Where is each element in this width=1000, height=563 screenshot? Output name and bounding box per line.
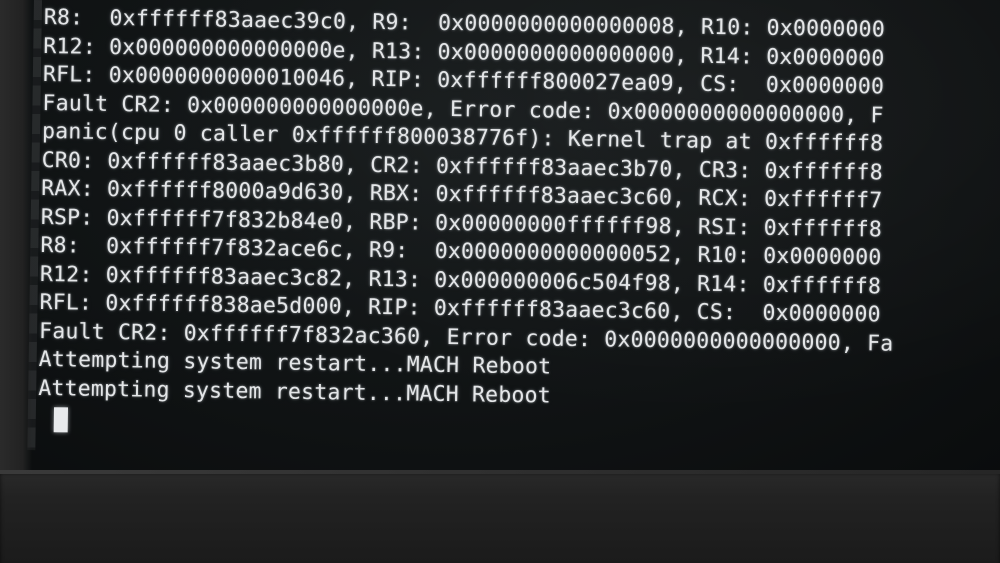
photo-of-monitor: R8: 0xffffff83aaec39c0, R9: 0x0000000000… xyxy=(0,0,1000,563)
monitor-bottom-bezel xyxy=(0,470,1000,563)
monitor-bezel-edge xyxy=(0,470,1000,474)
monitor-left-frame xyxy=(0,0,32,478)
kernel-panic-screen: R8: 0xffffff83aaec39c0, R9: 0x0000000000… xyxy=(0,0,1000,478)
kernel-panic-console: R8: 0xffffff83aaec39c0, R9: 0x0000000000… xyxy=(38,4,1000,448)
text-cursor xyxy=(53,407,69,433)
